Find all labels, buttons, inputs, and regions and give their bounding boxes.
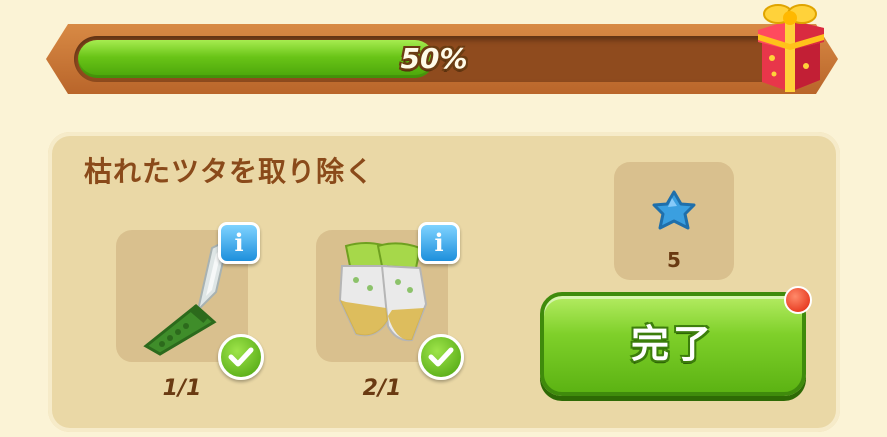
- complete-button[interactable]: 完了: [540, 292, 806, 396]
- info-icon: i: [434, 228, 444, 257]
- reward-count: 5: [667, 248, 681, 272]
- gift-box-icon[interactable]: [750, 0, 830, 94]
- info-button-knife[interactable]: i: [218, 222, 260, 264]
- notification-dot: [784, 286, 812, 314]
- info-icon: i: [234, 228, 244, 257]
- check-icon: [428, 347, 454, 367]
- check-badge-knife: [218, 334, 264, 380]
- task-title: 枯れたツタを取り除く: [84, 155, 375, 188]
- check-icon: [228, 347, 254, 367]
- required-item-count-gloves: 2/1: [362, 376, 402, 401]
- check-badge-gloves: [418, 334, 464, 380]
- info-button-gloves[interactable]: i: [418, 222, 460, 264]
- progress-percent-label: 50%: [400, 42, 468, 75]
- task-screen: 50% 枯れたツタを取り除く i 1/1 i 2/1 5 完了: [0, 0, 887, 437]
- blue-star-icon: [652, 190, 696, 230]
- required-item-count-knife: 1/1: [162, 376, 202, 401]
